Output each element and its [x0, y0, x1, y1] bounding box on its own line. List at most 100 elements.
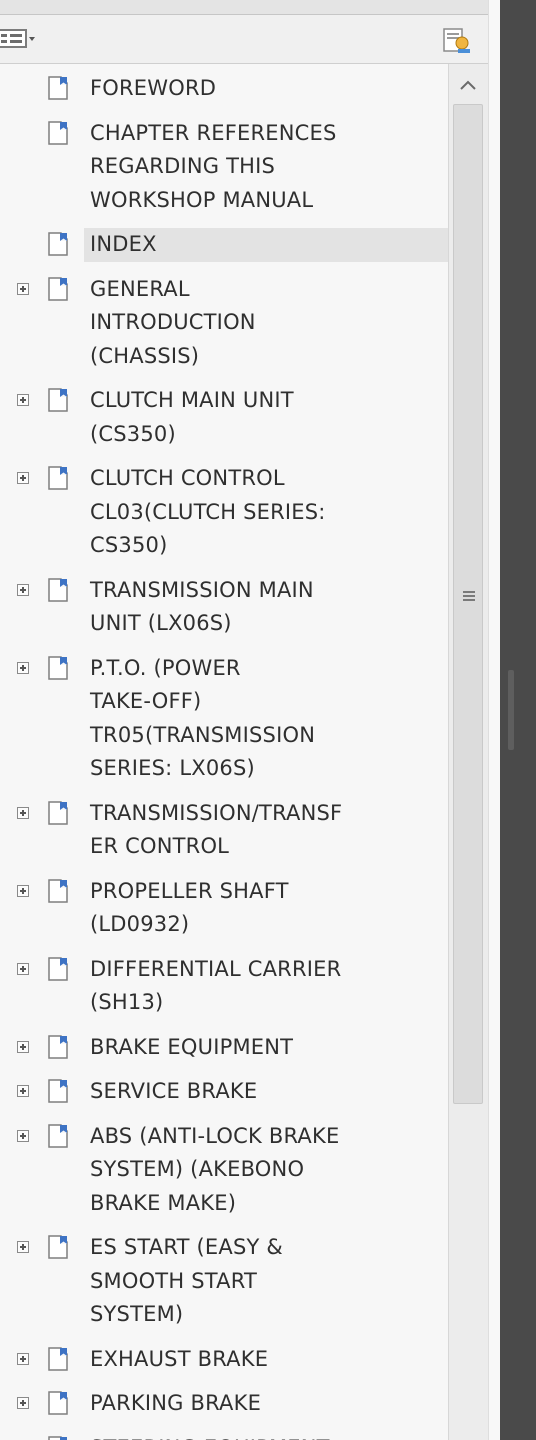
bookmark-icon [48, 232, 68, 256]
attachment-button[interactable] [440, 25, 474, 55]
bookmark-label-line: ER CONTROL [90, 834, 230, 858]
bookmark-icon [48, 956, 68, 981]
bookmark-label-line: UNIT (LX06S) [90, 611, 232, 635]
bookmark-label: EXHAUST BRAKE [84, 1343, 448, 1377]
bookmark-icon [48, 1346, 68, 1371]
bookmark-item[interactable]: FOREWORD [0, 72, 448, 106]
bookmark-icon [48, 76, 68, 100]
bookmark-item[interactable]: ABS (ANTI-LOCK BRAKE SYSTEM) (AKEBONO BRAK… [0, 1120, 448, 1221]
bookmark-label: TRANSMISSION MAIN UNIT (LX06S) [84, 574, 448, 641]
bookmark-label: ES START (EASY & SMOOTH START SYSTEM) [84, 1231, 448, 1332]
bookmark-label: SERVICE BRAKE [84, 1075, 448, 1109]
options-menu-button[interactable] [0, 25, 40, 53]
bookmark-label-line: CHAPTER REFERENCES [90, 120, 337, 145]
expand-toggle-icon[interactable] [17, 1352, 29, 1365]
bookmark-item[interactable]: TRANSMISSION/TRANSF ER CONTROL [0, 797, 448, 864]
bookmark-icon [48, 1079, 68, 1103]
bookmark-item[interactable]: STEERING EQUIPMENT [0, 1432, 448, 1440]
panel-top-strip [0, 0, 500, 15]
grip-icon [463, 591, 475, 601]
bookmark-label-line: WORKSHOP MANUAL [90, 187, 314, 212]
bookmark-label-line: (CS350) [90, 421, 176, 446]
scroll-up-button[interactable] [451, 68, 485, 102]
bookmark-label: PROPELLER SHAFT (LD0932) [84, 875, 448, 942]
expand-toggle-icon[interactable] [17, 472, 29, 484]
bookmark-label-line: EXHAUST BRAKE [90, 1346, 269, 1371]
bookmark-item[interactable]: EXHAUST BRAKE [0, 1343, 448, 1377]
bookmark-icon [48, 1123, 68, 1148]
bookmark-label-line: GENERAL [90, 276, 190, 301]
expand-toggle-icon[interactable] [17, 1085, 29, 1097]
bookmark-label-line: CS350) [90, 533, 168, 557]
bookmarks-toolbar [0, 15, 500, 64]
bookmark-label: P.T.O. (POWER TAKE-OFF) TR05(TRANSMISSION S… [84, 652, 448, 786]
bookmark-icon [48, 655, 68, 680]
bookmark-label-line: FOREWORD [90, 76, 217, 100]
bookmark-label-line: INTRODUCTION [90, 310, 256, 334]
expand-toggle-icon[interactable] [17, 583, 29, 596]
bookmark-label: FOREWORD [84, 72, 448, 106]
expand-toggle-icon[interactable] [17, 661, 29, 674]
expand-toggle-icon[interactable] [17, 394, 29, 406]
bookmark-label-line: BRAKE MAKE) [90, 1190, 237, 1215]
bookmark-label-line: (LD0932) [90, 912, 190, 936]
bookmark-label-line: PROPELLER SHAFT [90, 878, 289, 903]
bookmark-label: STEERING EQUIPMENT [84, 1432, 448, 1440]
bookmark-item[interactable]: GENERAL INTRODUCTION (CHASSIS) [0, 273, 448, 374]
bookmark-item[interactable]: CLUTCH CONTROL CL03(CLUTCH SERIES: CS350) [0, 462, 448, 563]
bookmark-icon [48, 878, 68, 903]
attachment-icon [443, 28, 470, 53]
expand-toggle-icon[interactable] [17, 1241, 29, 1253]
bookmark-icon [48, 120, 68, 145]
bookmark-item[interactable]: INDEX [0, 228, 448, 262]
bookmark-label-line: (CHASSIS) [90, 343, 200, 368]
vertical-scrollbar[interactable] [448, 64, 489, 1440]
options-menu-icon [0, 29, 35, 48]
expand-toggle-icon[interactable] [17, 1397, 29, 1409]
bookmark-item[interactable]: PROPELLER SHAFT (LD0932) [0, 875, 448, 942]
bookmark-item[interactable]: CHAPTER REFERENCES REGARDING THIS WORKSHOP… [0, 117, 448, 218]
expand-toggle-icon[interactable] [17, 282, 29, 295]
bookmark-item[interactable]: BRAKE EQUIPMENT [0, 1031, 448, 1065]
bookmark-label-line: STEERING EQUIPMENT [90, 1432, 448, 1440]
bookmarks-tree: FOREWORD CHAPTER REFERENCES REGARDING THIS… [0, 64, 448, 1440]
bookmark-label-line: CLUTCH CONTROL [90, 466, 285, 490]
bookmark-label: CLUTCH CONTROL CL03(CLUTCH SERIES: CS350) [84, 462, 448, 563]
bookmark-icon [48, 577, 68, 602]
bookmark-label: DIFFERENTIAL CARRIER (SH13) [84, 953, 448, 1020]
bookmark-label: CHAPTER REFERENCES REGARDING THIS WORKSHOP… [84, 117, 448, 218]
expand-toggle-icon[interactable] [17, 884, 29, 897]
bookmark-label-line: DIFFERENTIAL CARRIER [90, 956, 342, 981]
bookmark-item[interactable]: CLUTCH MAIN UNIT (CS350) [0, 384, 448, 451]
bookmark-label-line: TAKE-OFF) [90, 689, 202, 713]
bookmark-icon [48, 800, 68, 825]
bookmark-label-line: P.T.O. (POWER [90, 655, 241, 680]
bookmark-icon [48, 1391, 68, 1415]
bookmark-icon [48, 276, 68, 301]
bookmark-icon [48, 1235, 68, 1259]
bookmark-item[interactable]: P.T.O. (POWER TAKE-OFF) TR05(TRANSMISSION S… [0, 652, 448, 786]
bookmark-item[interactable]: TRANSMISSION MAIN UNIT (LX06S) [0, 574, 448, 641]
expand-toggle-icon[interactable] [17, 806, 29, 819]
bookmark-label-line: INDEX [90, 232, 157, 256]
bookmark-label-line: ABS (ANTI-LOCK BRAKE [90, 1123, 340, 1148]
expand-toggle-icon[interactable] [17, 1040, 29, 1053]
bookmark-label: TRANSMISSION/TRANSF ER CONTROL [84, 797, 448, 864]
expand-toggle-icon[interactable] [17, 1129, 29, 1142]
bookmark-label-line: TR05(TRANSMISSION [90, 722, 316, 747]
expand-toggle-icon[interactable] [17, 962, 29, 975]
bookmark-label-line: SYSTEM) (AKEBONO [90, 1157, 305, 1181]
bookmark-icon [48, 466, 68, 490]
bookmark-label-line: CLUTCH MAIN UNIT [90, 388, 294, 412]
bookmark-icon [48, 1034, 68, 1059]
bookmark-item[interactable]: PARKING BRAKE [0, 1387, 448, 1421]
bookmark-label-line: SERIES: LX06S) [90, 756, 255, 780]
bookmark-item[interactable]: ES START (EASY & SMOOTH START SYSTEM) [0, 1231, 448, 1332]
chevron-up-icon [460, 80, 476, 90]
bookmark-label-line: SMOOTH START [90, 1268, 257, 1293]
bookmark-item[interactable]: SERVICE BRAKE [0, 1075, 448, 1109]
bookmark-item[interactable]: DIFFERENTIAL CARRIER (SH13) [0, 953, 448, 1020]
splitter-handle[interactable] [508, 670, 514, 750]
bookmark-icon [48, 388, 68, 412]
scrollbar-thumb[interactable] [453, 104, 483, 1104]
